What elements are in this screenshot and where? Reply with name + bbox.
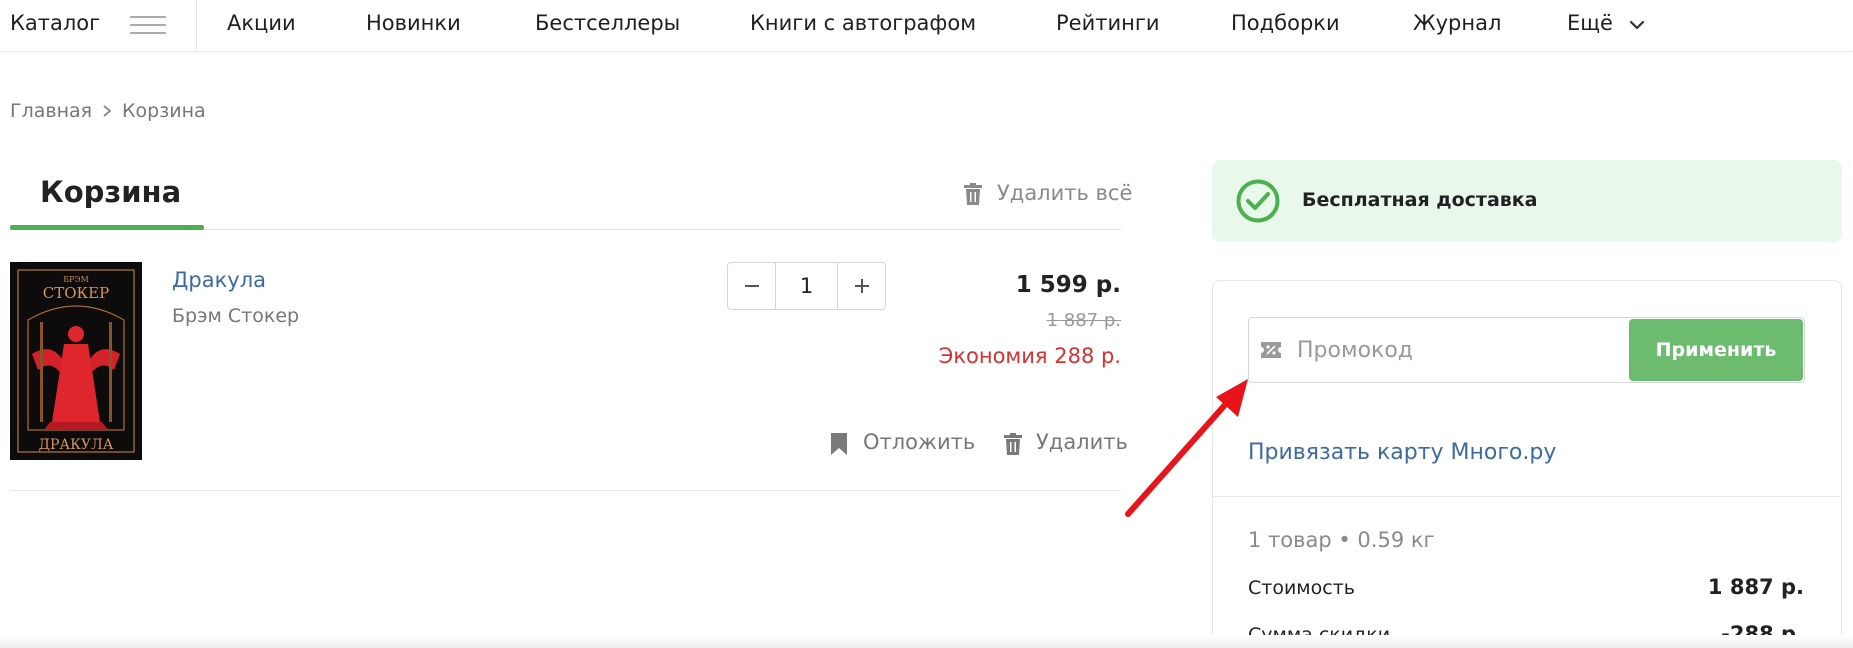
items-count-weight: 1 товар • 0.59 кг	[1248, 528, 1435, 552]
svg-text:СТОКЕР: СТОКЕР	[43, 284, 109, 302]
decrease-quantity-button[interactable]	[728, 263, 776, 309]
chevron-down-icon[interactable]	[1629, 17, 1645, 33]
divider	[1213, 496, 1841, 497]
page-title: Корзина	[40, 175, 182, 209]
annotation-arrow	[1125, 379, 1248, 517]
cost-label: Стоимость	[1248, 577, 1355, 599]
svg-text:БРЭМ: БРЭМ	[63, 275, 89, 284]
increase-quantity-button[interactable]	[837, 263, 885, 309]
active-tab-indicator	[10, 225, 204, 230]
coupon-icon	[1261, 342, 1281, 358]
quantity-value[interactable]: 1	[776, 263, 837, 309]
delete-all-label: Удалить всё	[997, 181, 1133, 205]
item-savings: Экономия 288 р.	[938, 344, 1121, 368]
top-navigation: Каталог Акции Новинки Бестселлеры Книги …	[0, 0, 1853, 52]
nav-item-journal[interactable]: Журнал	[1413, 11, 1501, 35]
promo-code-field: Применить	[1248, 317, 1805, 383]
bind-loyalty-card-link[interactable]: Привязать карту Много.ру	[1248, 440, 1556, 465]
menu-icon[interactable]	[130, 14, 166, 36]
nav-item-ratings[interactable]: Рейтинги	[1056, 11, 1160, 35]
minus-icon	[745, 285, 759, 287]
trash-icon	[1004, 433, 1022, 455]
remove-label: Удалить	[1036, 430, 1128, 454]
promo-code-input[interactable]	[1297, 328, 1627, 372]
free-delivery-label: Бесплатная доставка	[1302, 189, 1538, 211]
apply-promo-button[interactable]: Применить	[1629, 319, 1803, 381]
nav-item-bestsellers[interactable]: Бестселлеры	[535, 11, 680, 35]
postpone-label: Отложить	[863, 430, 976, 454]
chevron-right-icon	[103, 105, 112, 117]
page-fold	[0, 635, 1853, 648]
cost-value: 1 887 р.	[1707, 575, 1804, 599]
nav-item-new[interactable]: Новинки	[366, 11, 461, 35]
item-author-link[interactable]: Брэм Стокер	[172, 305, 299, 327]
trash-icon	[964, 183, 982, 205]
item-old-price: 1 887 р.	[1046, 310, 1121, 331]
nav-divider	[196, 0, 197, 52]
catalog-link[interactable]: Каталог	[10, 11, 100, 35]
divider	[10, 490, 1121, 491]
item-price: 1 599 р.	[1015, 272, 1121, 298]
nav-item-autographed[interactable]: Книги с автографом	[750, 11, 976, 35]
nav-item-collections[interactable]: Подборки	[1231, 11, 1340, 35]
book-cover-image[interactable]: БРЭМ СТОКЕР ДРАКУЛА	[10, 262, 142, 460]
nav-item-more[interactable]: Ещё	[1567, 11, 1613, 35]
free-delivery-banner: Бесплатная доставка	[1212, 160, 1842, 242]
quantity-stepper: 1	[727, 262, 886, 310]
svg-text:ДРАКУЛА: ДРАКУЛА	[39, 437, 114, 453]
nav-item-promotions[interactable]: Акции	[227, 11, 296, 35]
breadcrumb-home[interactable]: Главная	[10, 100, 92, 122]
check-circle-icon	[1236, 179, 1280, 223]
bookmark-icon	[831, 433, 847, 455]
breadcrumb-current: Корзина	[122, 100, 206, 122]
item-title-link[interactable]: Дракула	[172, 268, 266, 292]
